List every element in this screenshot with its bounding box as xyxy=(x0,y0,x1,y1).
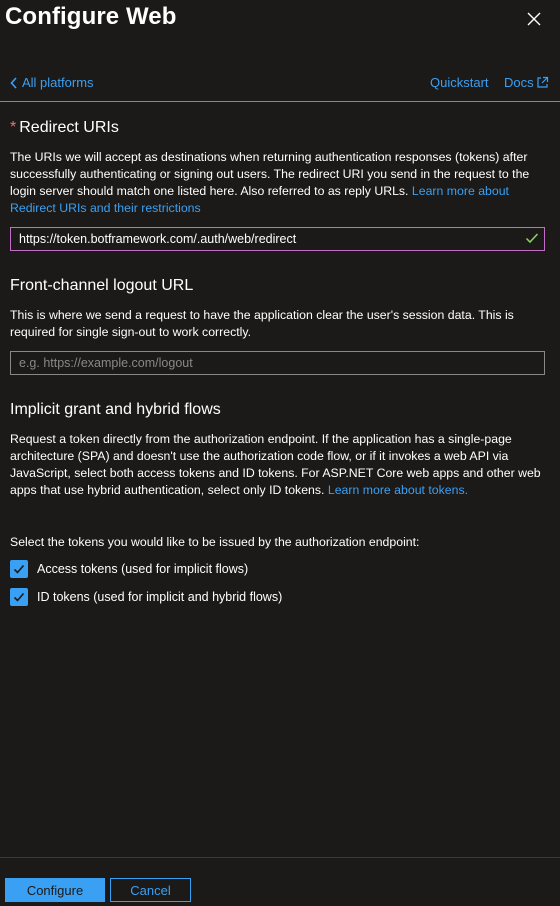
implicit-grant-heading: Implicit grant and hybrid flows xyxy=(10,401,221,418)
implicit-grant-description: Request a token directly from the author… xyxy=(10,431,548,499)
footer-divider xyxy=(0,857,560,858)
id-tokens-label: ID tokens (used for implicit and hybrid … xyxy=(37,590,283,604)
panel-nav-bar: All platforms Quickstart Docs xyxy=(0,70,560,102)
logout-url-heading: Front-channel logout URL xyxy=(10,277,194,294)
access-tokens-checkbox[interactable] xyxy=(10,560,28,578)
docs-link[interactable]: Docs xyxy=(504,75,549,90)
redirect-uri-input[interactable] xyxy=(10,227,545,251)
access-tokens-checkbox-row[interactable]: Access tokens (used for implicit flows) xyxy=(10,560,248,578)
all-platforms-label: All platforms xyxy=(22,75,94,90)
redirect-uris-description: The URIs we will accept as destinations … xyxy=(10,149,548,217)
panel-title: Configure Web xyxy=(5,3,177,30)
cancel-button[interactable]: Cancel xyxy=(110,878,191,902)
logout-url-input[interactable] xyxy=(10,351,545,375)
configure-button[interactable]: Configure xyxy=(5,878,105,902)
access-tokens-label: Access tokens (used for implicit flows) xyxy=(37,562,249,576)
external-link-icon xyxy=(537,76,548,88)
checkbox-check-icon xyxy=(13,564,25,574)
redirect-uris-heading: * Redirect URIs xyxy=(10,119,119,137)
quickstart-link[interactable]: Quickstart xyxy=(430,75,489,90)
all-platforms-link[interactable]: All platforms xyxy=(10,75,94,90)
redirect-uris-heading-text: Redirect URIs xyxy=(19,119,119,136)
checkbox-check-icon xyxy=(13,592,25,602)
id-tokens-checkbox-row[interactable]: ID tokens (used for implicit and hybrid … xyxy=(10,588,282,606)
required-marker: * xyxy=(10,119,17,136)
chevron-left-icon xyxy=(10,76,17,89)
logout-url-description: This is where we send a request to have … xyxy=(10,308,514,339)
docs-label: Docs xyxy=(504,75,534,90)
close-button[interactable] xyxy=(524,9,544,29)
token-select-prompt: Select the tokens you would like to be i… xyxy=(10,535,420,549)
close-icon xyxy=(527,12,541,26)
id-tokens-checkbox[interactable] xyxy=(10,588,28,606)
checkmark-icon xyxy=(525,233,539,244)
tokens-learn-more-link[interactable]: Learn more about tokens. xyxy=(328,483,468,497)
